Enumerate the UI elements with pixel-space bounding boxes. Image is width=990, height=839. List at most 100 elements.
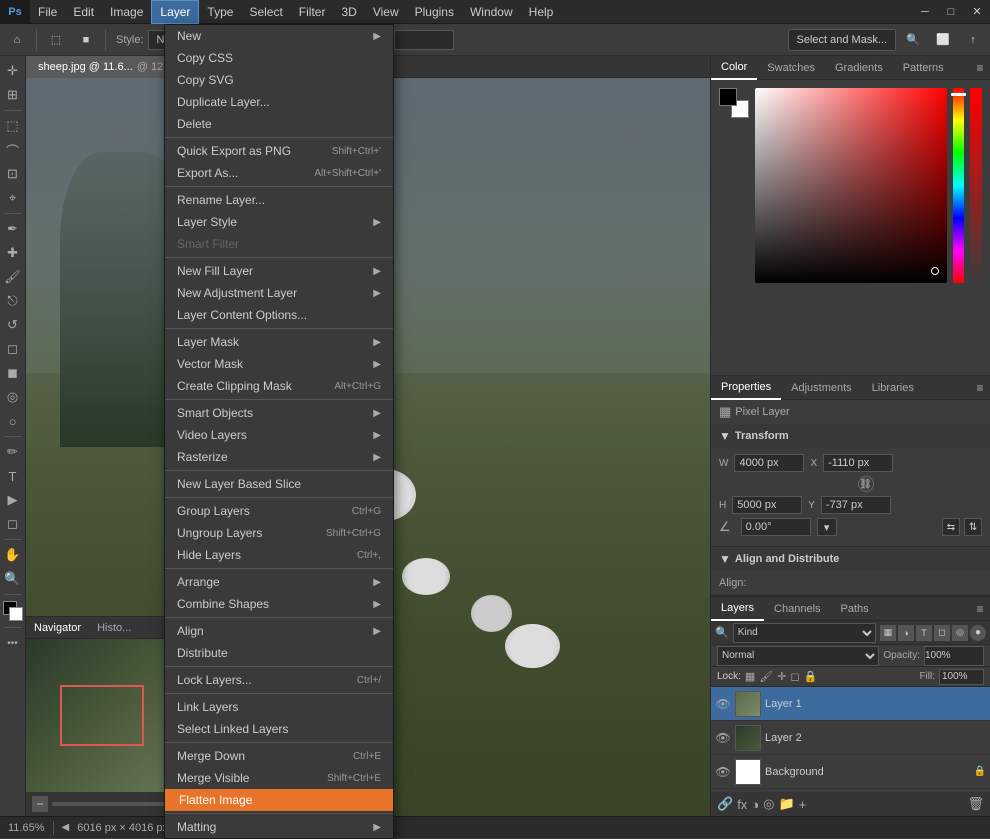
object-selection-tool[interactable]: ⊡ <box>2 163 24 185</box>
opacity-input[interactable] <box>924 646 984 666</box>
filter-kind-select[interactable]: Kind <box>733 623 876 643</box>
width-value-input[interactable] <box>734 454 804 472</box>
height-value-input[interactable] <box>732 496 802 514</box>
menu-select[interactable]: Select <box>241 0 290 24</box>
height-input[interactable] <box>394 30 454 50</box>
menu-file[interactable]: File <box>30 0 65 24</box>
menu-copy-svg[interactable]: Copy SVG <box>165 69 393 91</box>
menu-flatten-image[interactable]: Flatten Image <box>165 789 393 811</box>
menu-group-layers[interactable]: Group Layers Ctrl+G <box>165 500 393 522</box>
y-value-input[interactable] <box>821 496 891 514</box>
menu-copy-css[interactable]: Copy CSS <box>165 47 393 69</box>
layers-panel-menu[interactable]: ≡ <box>970 597 990 621</box>
menu-edit[interactable]: Edit <box>65 0 102 24</box>
menu-new[interactable]: New ▶ <box>165 25 393 47</box>
menu-lock-layers[interactable]: Lock Layers... Ctrl+/ <box>165 669 393 691</box>
foreground-swatch[interactable] <box>719 88 737 106</box>
move-tool[interactable]: ✛ <box>2 60 24 82</box>
close-button[interactable]: ✕ <box>964 0 990 24</box>
menu-video-layers[interactable]: Video Layers ▶ <box>165 424 393 446</box>
nav-viewport-box[interactable] <box>60 685 145 746</box>
layer-bg-visibility[interactable]: 👁 <box>715 764 731 780</box>
marquee-tool[interactable]: ⬚ <box>43 27 69 53</box>
crop-tool[interactable]: ⌖ <box>2 187 24 209</box>
menu-quick-export[interactable]: Quick Export as PNG Shift+Ctrl+' <box>165 140 393 162</box>
menu-combine-shapes[interactable]: Combine Shapes ▶ <box>165 593 393 615</box>
menu-layer-content-options[interactable]: Layer Content Options... <box>165 304 393 326</box>
menu-merge-visible[interactable]: Merge Visible Shift+Ctrl+E <box>165 767 393 789</box>
navigator-tab[interactable]: Navigator <box>26 617 89 639</box>
filter-pixel-btn[interactable]: ▦ <box>880 625 896 641</box>
menu-align[interactable]: Align ▶ <box>165 620 393 642</box>
zoom-search-icon[interactable]: 🔍 <box>900 27 926 53</box>
select-mask-button[interactable]: Select and Mask... <box>788 29 897 51</box>
eraser-tool[interactable]: ◻ <box>2 338 24 360</box>
new-layer-btn[interactable]: + <box>799 797 807 812</box>
dodge-tool[interactable]: ○ <box>2 410 24 432</box>
menu-image[interactable]: Image <box>102 0 151 24</box>
align-distribute-header[interactable]: ▼ Align and Distribute <box>711 547 990 571</box>
menu-layer[interactable]: Layer <box>151 0 199 24</box>
fill-input[interactable] <box>939 669 984 685</box>
layer-2-visibility[interactable]: 👁 <box>715 730 731 746</box>
tab-properties[interactable]: Properties <box>711 376 781 400</box>
minimize-button[interactable]: ─ <box>912 0 938 24</box>
menu-filter[interactable]: Filter <box>291 0 334 24</box>
menu-layer-style[interactable]: Layer Style ▶ <box>165 211 393 233</box>
brush-tool[interactable]: 🖌 <box>2 266 24 288</box>
filter-smart-btn[interactable]: ◎ <box>952 625 968 641</box>
text-tool[interactable]: T <box>2 465 24 487</box>
menu-new-fill-layer[interactable]: New Fill Layer ▶ <box>165 260 393 282</box>
spot-healing-tool[interactable]: ✚ <box>2 242 24 264</box>
lock-transparent-btn[interactable]: ▦ <box>745 670 755 683</box>
color-gradient-picker[interactable] <box>755 88 947 283</box>
delete-layer-btn[interactable]: 🗑 <box>967 796 984 812</box>
history-brush-tool[interactable]: ↺ <box>2 314 24 336</box>
angle-dropdown[interactable]: ▾ <box>817 518 837 536</box>
menu-type[interactable]: Type <box>199 0 241 24</box>
tab-gradients[interactable]: Gradients <box>825 56 893 80</box>
menu-plugins[interactable]: Plugins <box>407 0 462 24</box>
add-style-btn[interactable]: fx <box>737 797 747 812</box>
menu-rename-layer[interactable]: Rename Layer... <box>165 189 393 211</box>
status-triangle-left[interactable]: ◀ <box>62 822 70 833</box>
x-value-input[interactable] <box>823 454 893 472</box>
rectangular-marquee-tool[interactable]: ⬚ <box>2 115 24 137</box>
new-adjustment-btn[interactable]: ◎ <box>763 796 774 812</box>
pen-tool[interactable]: ✏ <box>2 441 24 463</box>
menu-create-clipping-mask[interactable]: Create Clipping Mask Alt+Ctrl+G <box>165 375 393 397</box>
layers-tab[interactable]: Layers <box>711 597 764 621</box>
layer-item-2[interactable]: 👁 Layer 2 <box>711 721 990 755</box>
zoom-tool[interactable]: 🔍 <box>2 568 24 590</box>
lock-image-btn[interactable]: 🖌 <box>759 670 773 683</box>
link-dimensions-button[interactable]: ⛓ <box>858 476 874 492</box>
artboard-tool[interactable]: ⊞ <box>2 84 24 106</box>
menu-window[interactable]: Window <box>462 0 521 24</box>
menu-merge-down[interactable]: Merge Down Ctrl+E <box>165 745 393 767</box>
background-color[interactable] <box>9 607 23 621</box>
more-tools[interactable]: ••• <box>2 632 24 654</box>
lock-all-btn[interactable]: 🔒 <box>804 670 818 683</box>
tab-patterns[interactable]: Patterns <box>893 56 954 80</box>
properties-panel-menu[interactable]: ≡ <box>970 376 990 400</box>
zoom-out-btn[interactable]: − <box>32 796 48 812</box>
menu-new-layer-based-slice[interactable]: New Layer Based Slice <box>165 473 393 495</box>
flip-h-button[interactable]: ⇆ <box>942 518 960 536</box>
menu-view[interactable]: View <box>365 0 407 24</box>
menu-select-linked-layers[interactable]: Select Linked Layers <box>165 718 393 740</box>
channels-tab[interactable]: Channels <box>764 597 830 621</box>
paths-tab[interactable]: Paths <box>831 597 879 621</box>
lock-position-btn[interactable]: ✛ <box>777 670 786 683</box>
menu-arrange[interactable]: Arrange ▶ <box>165 571 393 593</box>
tab-libraries[interactable]: Libraries <box>862 376 924 400</box>
angle-input[interactable] <box>741 518 811 536</box>
filter-adjust-btn[interactable]: ◑ <box>898 625 914 641</box>
menu-hide-layers[interactable]: Hide Layers Ctrl+, <box>165 544 393 566</box>
flip-v-button[interactable]: ⇅ <box>964 518 982 536</box>
view-options-icon[interactable]: ⬜ <box>930 27 956 53</box>
menu-export-as[interactable]: Export As... Alt+Shift+Ctrl+' <box>165 162 393 184</box>
fg-bg-swatches[interactable] <box>719 88 749 118</box>
gradient-tool[interactable]: ◼ <box>2 362 24 384</box>
menu-duplicate-layer[interactable]: Duplicate Layer... <box>165 91 393 113</box>
maximize-button[interactable]: □ <box>938 0 964 24</box>
